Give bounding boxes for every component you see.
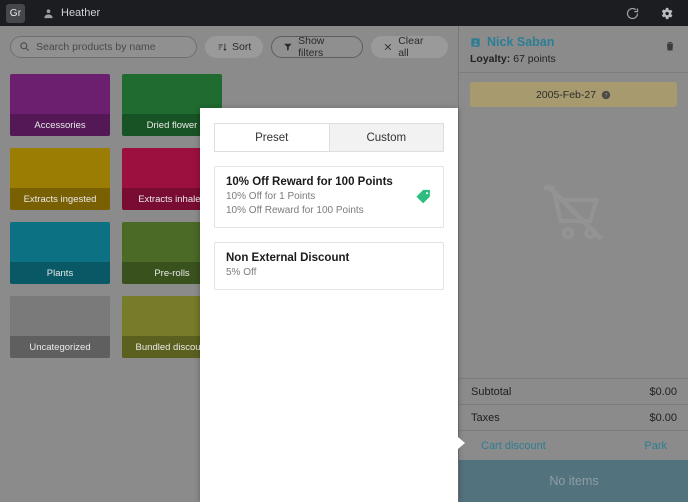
contact-card-icon	[470, 37, 481, 48]
cart-panel: Nick Saban Loyalty: 67 points 2005-Feb-2…	[458, 26, 688, 502]
customer-name: Nick Saban	[487, 35, 554, 49]
help-circle-icon[interactable]: ?	[601, 90, 611, 100]
tab-custom[interactable]: Custom	[330, 123, 445, 152]
no-cart-icon	[538, 176, 610, 248]
current-user-chip[interactable]: Heather	[43, 7, 100, 19]
search-icon	[19, 41, 30, 52]
product-category-label: Uncategorized	[10, 336, 110, 358]
cart-discount-link[interactable]: Cart discount	[481, 440, 546, 452]
loyalty-value: 67 points	[513, 53, 556, 65]
product-category-tile[interactable]: Uncategorized	[10, 296, 110, 358]
product-category-tile[interactable]: Accessories	[10, 74, 110, 136]
discount-title: 10% Off Reward for 100 Points	[226, 176, 432, 188]
product-category-tile[interactable]: Plants	[10, 222, 110, 284]
product-category-label: Accessories	[10, 114, 110, 136]
cart-customer-header: Nick Saban Loyalty: 67 points	[459, 26, 688, 73]
park-link[interactable]: Park	[644, 440, 667, 452]
date-badge[interactable]: 2005-Feb-27 ?	[470, 82, 677, 107]
sort-button[interactable]: Sort	[205, 36, 263, 58]
search-placeholder: Search products by name	[36, 41, 156, 53]
discount-list: 10% Off Reward for 100 Points 10% Off for…	[200, 166, 458, 290]
search-toolbar: Search products by name Sort Show filter…	[0, 26, 458, 67]
search-input[interactable]: Search products by name	[10, 36, 197, 58]
sort-icon	[217, 42, 227, 52]
top-app-bar: Gr Heather	[0, 0, 688, 26]
show-filters-button[interactable]: Show filters	[271, 36, 363, 58]
tab-preset[interactable]: Preset	[214, 123, 330, 152]
clear-all-button[interactable]: Clear all	[371, 36, 448, 58]
empty-cart-placeholder	[459, 176, 688, 248]
discount-subtitle-1: 10% Off for 1 Points	[226, 191, 432, 202]
product-category-label: Extracts ingested	[10, 188, 110, 210]
refresh-icon[interactable]	[625, 6, 640, 21]
loyalty-label: Loyalty:	[470, 53, 510, 65]
discount-modal: PresetCustom 10% Off Reward for 100 Poin…	[200, 108, 458, 502]
app-logo[interactable]: Gr	[6, 4, 25, 23]
sort-label: Sort	[232, 41, 251, 53]
product-category-label: Plants	[10, 262, 110, 284]
taxes-row: Taxes $0.00	[459, 404, 688, 430]
svg-text:?: ?	[605, 92, 608, 98]
subtotal-label: Subtotal	[471, 386, 511, 398]
taxes-value: $0.00	[649, 412, 677, 424]
funnel-icon	[283, 42, 293, 52]
checkout-button[interactable]: No items	[459, 460, 688, 502]
date-badge-label: 2005-Feb-27	[536, 89, 596, 101]
product-category-tile[interactable]: Extracts ingested	[10, 148, 110, 210]
discount-subtitle-2: 10% Off Reward for 100 Points	[226, 205, 432, 216]
show-filters-label: Show filters	[298, 35, 351, 59]
person-icon	[43, 8, 54, 19]
taxes-label: Taxes	[471, 412, 500, 424]
subtotal-row: Subtotal $0.00	[459, 378, 688, 404]
current-user-name: Heather	[61, 7, 100, 19]
clear-all-label: Clear all	[398, 35, 436, 59]
discount-card[interactable]: Non External Discount 5% Off	[214, 242, 444, 290]
gear-icon[interactable]	[659, 6, 674, 21]
discount-card[interactable]: 10% Off Reward for 100 Points 10% Off for…	[214, 166, 444, 228]
customer-row[interactable]: Nick Saban	[470, 35, 677, 49]
tag-icon[interactable]	[415, 189, 432, 206]
trash-icon[interactable]	[664, 40, 676, 52]
cart-action-links: Cart discount Park	[459, 430, 688, 460]
topbar-actions	[625, 6, 674, 21]
subtotal-value: $0.00	[649, 386, 677, 398]
discount-subtitle-1: 5% Off	[226, 267, 432, 278]
close-icon	[383, 42, 393, 52]
pos-app-window: Gr Heather Search products by name	[0, 0, 688, 502]
loyalty-info: Loyalty: 67 points	[470, 53, 677, 65]
modal-pointer-arrow	[458, 437, 465, 449]
discount-tabs: PresetCustom	[214, 123, 444, 152]
cart-footer: Subtotal $0.00 Taxes $0.00 Cart discount…	[459, 378, 688, 502]
discount-title: Non External Discount	[226, 252, 432, 264]
